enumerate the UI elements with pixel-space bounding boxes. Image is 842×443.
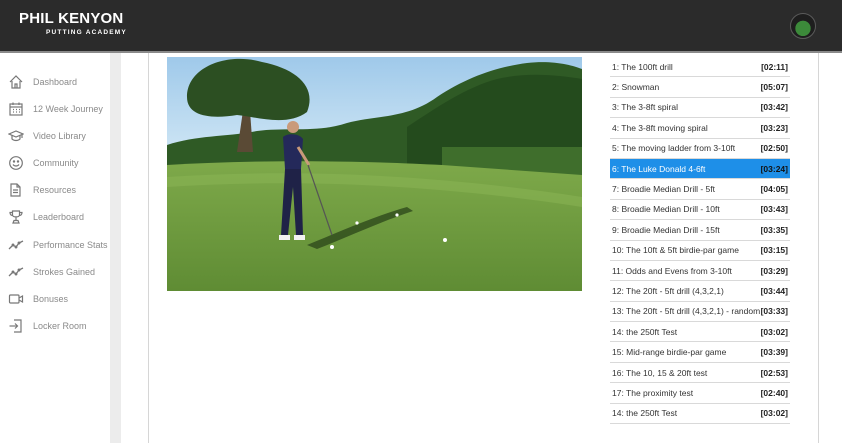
playlist-item[interactable]: 14: the 250ft Test [03:02] bbox=[610, 322, 790, 343]
calendar-icon bbox=[8, 101, 24, 117]
playlist-item-duration: [03:02] bbox=[760, 408, 788, 419]
playlist-item-active[interactable]: 6: The Luke Donald 4-6ft [03:24] bbox=[610, 158, 790, 180]
playlist-item[interactable]: 2: Snowman [05:07] bbox=[610, 77, 790, 98]
playlist-item[interactable]: 15: Mid-range birdie-par game [03:39] bbox=[610, 342, 790, 363]
playlist-item-title: 15: Mid-range birdie-par game bbox=[612, 347, 727, 358]
playlist-item-duration: [03:24] bbox=[760, 163, 788, 174]
brand-subtitle: PUTTING ACADEMY bbox=[46, 29, 127, 36]
content-divider bbox=[148, 53, 149, 443]
playlist-item[interactable]: 7: Broadie Median Drill - 5ft [04:05] bbox=[610, 179, 790, 200]
playlist-item-title: 5: The moving ladder from 3-10ft bbox=[612, 143, 736, 154]
playlist-item-title: 1: The 100ft drill bbox=[612, 61, 673, 72]
playlist-item[interactable]: 11: Odds and Evens from 3-10ft [03:29] bbox=[610, 261, 790, 282]
sidebar-item-dashboard[interactable]: Dashboard bbox=[8, 72, 108, 92]
playlist: 1: The 100ft drill [02:11] 2: Snowman [05:… bbox=[610, 57, 790, 425]
playlist-item[interactable]: 3: The 3-8ft spiral [03:42] bbox=[610, 98, 790, 119]
sidebar-scrollbar[interactable] bbox=[110, 53, 121, 443]
smiley-icon bbox=[8, 155, 24, 171]
playlist-item-duration: [02:50] bbox=[760, 143, 788, 154]
right-divider bbox=[818, 53, 819, 443]
playlist-item-title: 16: The 10, 15 & 20ft test bbox=[612, 367, 708, 378]
brand-name: PHIL KENYON bbox=[19, 10, 124, 27]
sidebar-item-label: Video Library bbox=[33, 131, 86, 141]
sidebar-item-label: Leaderboard bbox=[33, 212, 85, 222]
trend-line-icon bbox=[8, 237, 24, 253]
sidebar-item-label: Strokes Gained bbox=[33, 267, 96, 277]
sidebar-item-label: Resources bbox=[33, 185, 77, 195]
playlist-item-duration: [02:40] bbox=[760, 387, 788, 398]
sidebar-item-video-library[interactable]: Video Library bbox=[8, 126, 108, 146]
playlist-item-duration: [03:42] bbox=[760, 102, 788, 113]
top-bar: PHIL KENYON PUTTING ACADEMY bbox=[0, 0, 842, 53]
playlist-item-duration: [03:15] bbox=[760, 245, 788, 256]
sidebar-item-community[interactable]: Community bbox=[8, 153, 108, 173]
sidebar-item-label: Bonuses bbox=[33, 294, 69, 304]
playlist-item-title: 3: The 3-8ft spiral bbox=[612, 102, 678, 113]
playlist-item[interactable]: 4: The 3-8ft moving spiral [03:23] bbox=[610, 118, 790, 139]
sidebar-item-resources[interactable]: Resources bbox=[8, 180, 108, 200]
sidebar-item-bonuses[interactable]: Bonuses bbox=[8, 289, 108, 309]
playlist-item-title: 17: The proximity test bbox=[612, 387, 694, 398]
playlist-item[interactable]: 8: Broadie Median Drill - 10ft [03:43] bbox=[610, 200, 790, 221]
sidebar: Dashboard 12 Week Journey Video Library … bbox=[0, 53, 110, 443]
playlist-item-title: 4: The 3-8ft moving spiral bbox=[612, 122, 708, 133]
sidebar-item-strokes-gained[interactable]: Strokes Gained bbox=[8, 262, 108, 282]
sidebar-item-label: Locker Room bbox=[33, 321, 87, 331]
playlist-item-title: 10: The 10ft & 5ft birdie-par game bbox=[612, 245, 739, 256]
playlist-item-duration: [03:29] bbox=[760, 265, 788, 276]
sidebar-item-12-week-journey[interactable]: 12 Week Journey bbox=[8, 99, 108, 119]
video-camera-icon bbox=[8, 291, 24, 307]
playlist-item[interactable]: 9: Broadie Median Drill - 15ft [03:35] bbox=[610, 220, 790, 241]
playlist-item[interactable]: 16: The 10, 15 & 20ft test [02:53] bbox=[610, 363, 790, 384]
sidebar-item-label: Community bbox=[33, 158, 79, 168]
sidebar-item-performance-stats[interactable]: Performance Stats bbox=[8, 235, 108, 255]
playlist-item-title: 13: The 20ft - 5ft drill (4,3,2,1) - ran… bbox=[612, 306, 761, 317]
sign-in-icon bbox=[8, 318, 24, 334]
user-avatar[interactable] bbox=[790, 13, 816, 39]
sidebar-item-locker-room[interactable]: Locker Room bbox=[8, 316, 108, 336]
sidebar-item-label: Dashboard bbox=[33, 77, 78, 87]
sidebar-item-leaderboard[interactable]: Leaderboard bbox=[8, 207, 108, 227]
playlist-item-duration: [02:11] bbox=[761, 61, 788, 72]
playlist-item-title: 9: Broadie Median Drill - 15ft bbox=[612, 224, 720, 235]
playlist-item[interactable]: 10: The 10ft & 5ft birdie-par game [03:15… bbox=[610, 241, 790, 261]
playlist-item[interactable]: 12: The 20ft - 5ft drill (4,3,2,1) [03:44… bbox=[610, 281, 790, 302]
playlist-item-duration: [03:44] bbox=[760, 285, 788, 296]
playlist-item-title: 11: Odds and Evens from 3-10ft bbox=[612, 265, 732, 276]
graduation-cap-icon bbox=[8, 128, 24, 144]
playlist-item-duration: [03:02] bbox=[760, 326, 788, 337]
playlist-item-duration: [02:53] bbox=[760, 367, 788, 378]
trophy-icon bbox=[8, 209, 24, 225]
playlist-item-duration: [03:39] bbox=[760, 347, 788, 358]
playlist-item-duration: [03:33] bbox=[760, 306, 788, 317]
playlist-item-duration: [03:23] bbox=[760, 122, 788, 133]
playlist-item-title: 7: Broadie Median Drill - 5ft bbox=[612, 184, 715, 195]
sidebar-item-label: 12 Week Journey bbox=[33, 104, 103, 114]
playlist-item-title: 2: Snowman bbox=[612, 82, 660, 93]
playlist-item-title: 14: the 250ft Test bbox=[612, 326, 678, 337]
playlist-item[interactable]: 5: The moving ladder from 3-10ft [02:50] bbox=[610, 139, 790, 159]
playlist-item-duration: [04:05] bbox=[760, 184, 788, 195]
playlist-item-title: 6: The Luke Donald 4-6ft bbox=[612, 163, 706, 174]
home-icon bbox=[8, 74, 24, 90]
playlist-item-title: 8: Broadie Median Drill - 10ft bbox=[612, 204, 720, 215]
playlist-item-duration: [05:07] bbox=[760, 82, 788, 93]
playlist-item[interactable]: 14: the 250ft Test [03:02] bbox=[610, 404, 790, 425]
brand-logo[interactable]: PHIL KENYON PUTTING ACADEMY bbox=[19, 10, 139, 36]
playlist-item[interactable]: 17: The proximity test [02:40] bbox=[610, 383, 790, 404]
playlist-item-duration: [03:43] bbox=[760, 204, 788, 215]
sidebar-item-label: Performance Stats bbox=[33, 240, 108, 250]
documents-icon bbox=[8, 182, 24, 198]
playlist-item[interactable]: 1: The 100ft drill [02:11] bbox=[610, 57, 790, 78]
playlist-item-title: 12: The 20ft - 5ft drill (4,3,2,1) bbox=[612, 285, 724, 296]
trend-line-icon bbox=[8, 264, 24, 280]
playlist-item[interactable]: 13: The 20ft - 5ft drill (4,3,2,1) - ran… bbox=[610, 302, 790, 323]
video-player[interactable] bbox=[167, 57, 582, 291]
playlist-item-duration: [03:35] bbox=[760, 224, 788, 235]
playlist-item-title: 14: the 250ft Test bbox=[612, 408, 678, 419]
